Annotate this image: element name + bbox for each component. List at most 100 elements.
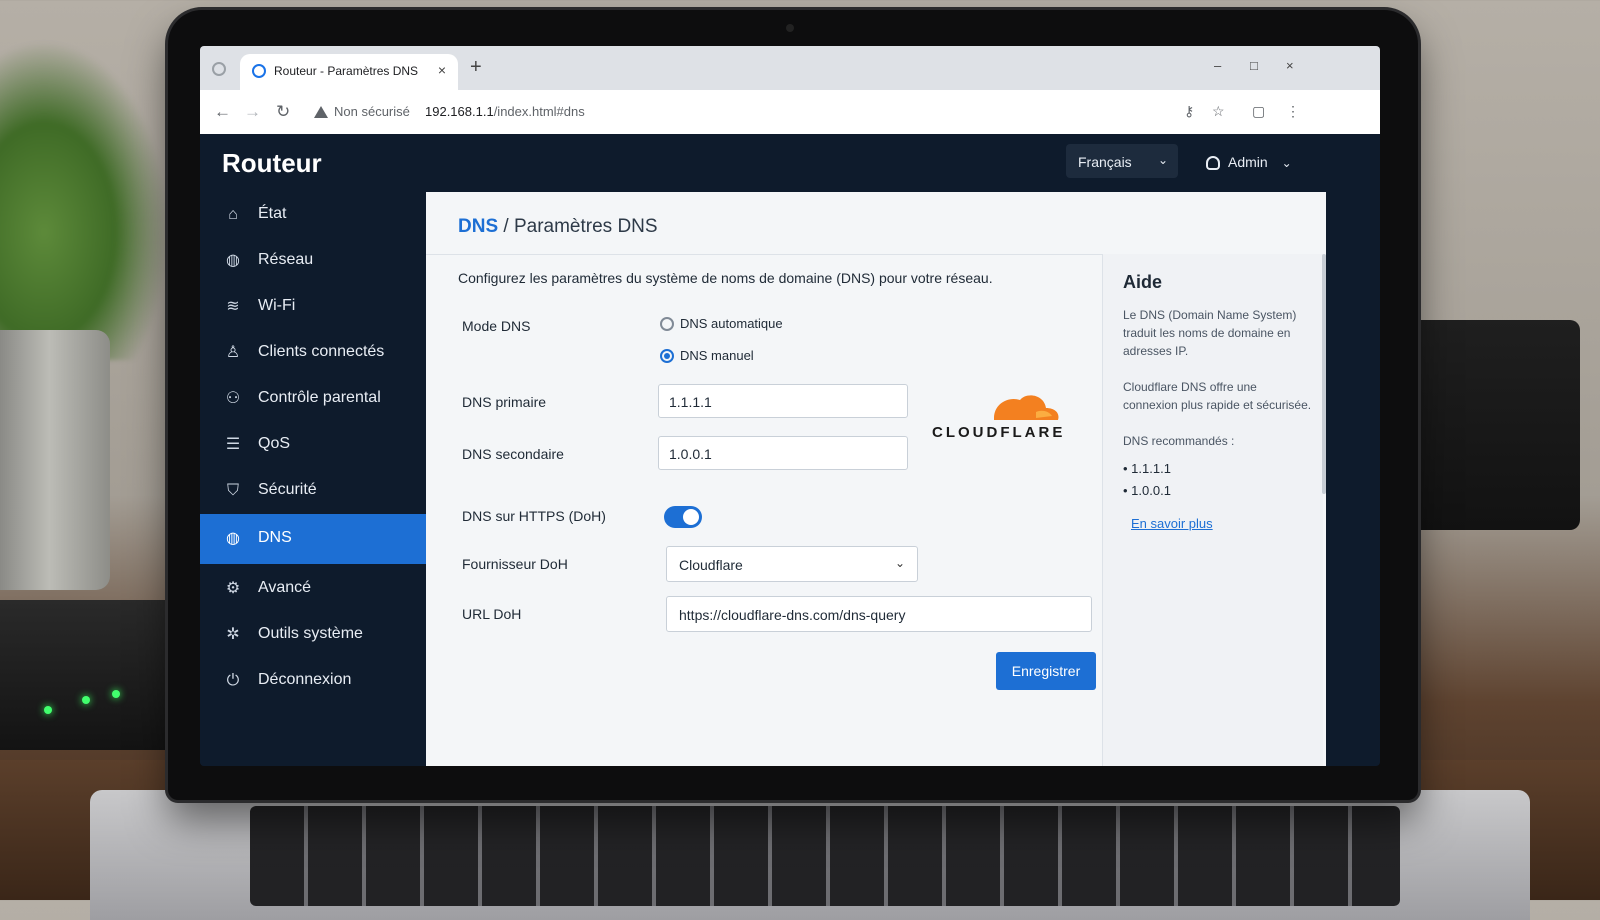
warning-icon[interactable] — [314, 106, 328, 118]
primary-dns-label: DNS primaire — [462, 394, 547, 410]
router-header: Routeur Français ⌄ Admin ⌄ — [200, 134, 1380, 192]
sidebar-item-clients[interactable]: ♙ Clients connectés — [200, 330, 426, 376]
doh-toggle[interactable] — [664, 506, 702, 528]
toggle-knob — [683, 509, 699, 525]
gear-icon: ⚙ — [225, 580, 241, 597]
browser-tabbar: Routeur - Paramètres DNS × + – □ × — [200, 46, 1380, 90]
dns-settings-panel: DNS / Paramètres DNS Configurez les para… — [426, 192, 1326, 766]
new-tab-button[interactable]: + — [470, 56, 482, 79]
laptop-keyboard — [250, 806, 1400, 906]
sidebar-item-label: Outils système — [258, 625, 363, 642]
user-name: Admin — [1228, 154, 1268, 170]
sidebar-item-dns[interactable]: ◍ DNS — [200, 514, 426, 564]
globe-icon: ◍ — [226, 252, 240, 269]
star-icon[interactable]: ☆ — [1212, 103, 1225, 120]
sidebar-item-securite[interactable]: ⛉ Sécurité — [200, 468, 426, 514]
sidebar-item-label: Sécurité — [258, 481, 317, 498]
learn-more-link[interactable]: En savoir plus — [1131, 516, 1213, 531]
user-icon — [1206, 156, 1220, 170]
sidebar-item-etat[interactable]: ⌂ État — [200, 192, 426, 238]
save-button[interactable]: Enregistrer — [996, 652, 1096, 690]
close-window-button[interactable]: × — [1286, 58, 1294, 73]
sidebar-item-parental[interactable]: ⚇ Contrôle parental — [200, 376, 426, 422]
sidebar-item-label: Déconnexion — [258, 671, 352, 688]
sidebar-item-label: Contrôle parental — [258, 389, 381, 406]
radio-dns-automatique[interactable]: DNS automatique — [660, 316, 783, 331]
router-led — [44, 706, 52, 714]
tab-title: Routeur - Paramètres DNS — [274, 64, 419, 78]
wifi-icon: ≋ — [226, 298, 240, 315]
key-icon[interactable]: ⚷ — [1184, 103, 1194, 120]
sidebar-item-label: Avancé — [258, 579, 312, 596]
sidebar-item-label: Réseau — [258, 251, 314, 268]
sidebar: ⌂ État ◍ Réseau ≋ Wi-Fi ♙ Clients connectés … — [200, 192, 426, 766]
doh-provider-label: Fournisseur DoH — [462, 556, 568, 572]
user-menu[interactable]: Admin ⌄ — [1206, 154, 1292, 170]
secondary-dns-label: DNS secondaire — [462, 446, 564, 462]
breadcrumb-separator: / — [503, 216, 509, 237]
radio-dns-manuel[interactable]: DNS manuel — [660, 348, 754, 363]
language-select[interactable]: Français ⌄ — [1066, 144, 1178, 178]
plant-foliage — [0, 40, 170, 360]
chevron-down-icon: ⌄ — [894, 556, 905, 570]
primary-dns-input[interactable]: 1.1.1.1 — [658, 384, 908, 418]
radio-label: DNS manuel — [680, 348, 754, 363]
doh-provider-value: Cloudflare — [679, 557, 743, 573]
tab-close-icon[interactable]: × — [438, 62, 446, 78]
router-led — [82, 696, 90, 704]
list-item: • 1.0.0.1 — [1123, 483, 1171, 498]
brand-title: Routeur — [222, 148, 322, 178]
tab-search-icon[interactable] — [212, 62, 226, 76]
reload-icon[interactable]: ↻ — [276, 102, 290, 122]
minimize-button[interactable]: – — [1214, 58, 1221, 73]
url-host: 192.168.1.1 — [425, 104, 494, 119]
help-panel: Aide Le DNS (Domain Name System) traduit… — [1102, 192, 1326, 766]
security-status[interactable]: Non sécurisé — [334, 104, 410, 119]
maximize-button[interactable]: □ — [1250, 58, 1258, 73]
list-item: • 1.1.1.1 — [1123, 461, 1171, 476]
sidebar-item-reseau[interactable]: ◍ Réseau — [200, 238, 426, 284]
sidebar-item-qos[interactable]: ☰ QoS — [200, 422, 426, 468]
sidebar-item-deconnexion[interactable]: ⏻ Déconnexion — [200, 658, 426, 704]
breadcrumb: DNS / Paramètres DNS — [458, 216, 658, 238]
help-box: Aide Le DNS (Domain Name System) traduit… — [1102, 254, 1323, 766]
laptop-screen: Routeur - Paramètres DNS × + – □ × ← → ↻… — [200, 46, 1380, 766]
breadcrumb-dns-link[interactable]: DNS — [458, 216, 498, 237]
url-path: /index.html#dns — [493, 104, 585, 119]
page-description: Configurez les paramètres du système de … — [458, 270, 993, 286]
chevron-down-icon: ⌄ — [1157, 153, 1168, 167]
recommended-list: • 1.1.1.1 • 1.0.0.1 — [1123, 458, 1171, 502]
doh-label: DNS sur HTTPS (DoH) — [462, 508, 606, 524]
sidebar-item-label: QoS — [258, 435, 291, 452]
dns-mode-label: Mode DNS — [462, 318, 531, 334]
cloudflare-wordmark: CLOUDFLARE — [932, 424, 1066, 441]
sidebar-item-wifi[interactable]: ≋ Wi-Fi — [200, 284, 426, 330]
browser-tab[interactable]: Routeur - Paramètres DNS × — [240, 54, 458, 90]
extension-icon[interactable]: ▢ — [1252, 103, 1265, 120]
chevron-down-icon: ⌄ — [1281, 156, 1292, 170]
radio-icon — [660, 317, 674, 331]
sidebar-item-avance[interactable]: ⚙ Avancé — [200, 566, 426, 612]
radio-label: DNS automatique — [680, 316, 783, 331]
language-value: Français — [1078, 154, 1132, 170]
back-icon[interactable]: ← — [214, 102, 231, 122]
shield-icon: ⛉ — [226, 482, 239, 499]
user-icon: ♙ — [225, 344, 241, 361]
globe-icon — [252, 64, 266, 78]
menu-icon[interactable]: ⋮ — [1286, 103, 1300, 120]
forward-icon[interactable]: → — [244, 102, 261, 122]
address-bar[interactable]: 192.168.1.1/index.html#dns — [425, 104, 585, 119]
webcam — [786, 24, 794, 32]
sidebar-item-outils[interactable]: ✲ Outils système — [200, 612, 426, 658]
doh-provider-select[interactable]: Cloudflare ⌄ — [666, 546, 918, 582]
scrollbar[interactable] — [1322, 254, 1326, 494]
recommended-title: DNS recommandés : — [1123, 434, 1235, 448]
secondary-dns-input[interactable]: 1.0.0.1 — [658, 436, 908, 470]
sidebar-item-label: DNS — [258, 529, 292, 546]
browser-toolbar: ← → ↻ Non sécurisé 192.168.1.1/index.htm… — [200, 90, 1380, 135]
sliders-icon: ☰ — [225, 436, 241, 453]
sidebar-item-label: Clients connectés — [258, 343, 385, 360]
users-icon: ⚇ — [225, 390, 241, 407]
sidebar-item-label: État — [258, 205, 287, 222]
doh-url-input[interactable]: https://cloudflare-dns.com/dns-query — [666, 596, 1092, 632]
